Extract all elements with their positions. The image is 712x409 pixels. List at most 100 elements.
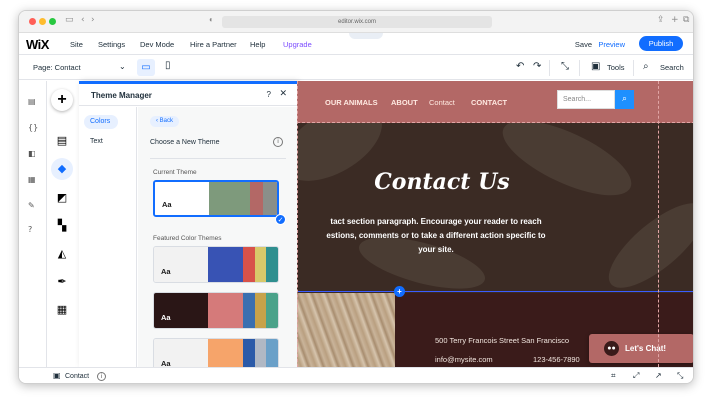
menu-hire-a-partner[interactable]: Hire a Partner	[190, 40, 237, 49]
address-text[interactable]: 500 Terry Francois Street San Francisco	[435, 336, 569, 345]
bottom-page-name[interactable]: Contact	[65, 373, 89, 380]
toolbar-divider	[579, 60, 580, 76]
forward-chevron-icon[interactable]: ›	[91, 15, 95, 25]
database-icon[interactable]: ▦	[28, 175, 36, 184]
leaf-shape	[492, 123, 642, 211]
site-nav-contact-current[interactable]: Contact	[429, 98, 455, 107]
preview-button[interactable]: Preview	[598, 40, 625, 49]
redo-icon[interactable]: ↷	[533, 61, 541, 72]
zoom-out-icon[interactable]: ⤡	[561, 61, 569, 72]
tools-wrench-icon[interactable]: ✎	[28, 201, 35, 210]
site-nav-our-animals[interactable]: OUR ANIMALS	[325, 98, 378, 107]
pages-icon[interactable]: ▤	[28, 97, 36, 106]
contact-info-section[interactable]: 500 Terry Francois Street San Francisco …	[297, 293, 693, 367]
search-icon[interactable]: ⌕	[643, 61, 649, 72]
hero-title[interactable]: Contact Us	[337, 169, 547, 195]
open-external-icon[interactable]: ↗	[655, 371, 662, 380]
theme-manager-panel: Theme Manager ? ✕ Colors Text ‹ Back Cho…	[79, 81, 311, 370]
save-button[interactable]: Save	[575, 40, 592, 49]
pages-menu-icon[interactable]: ▤	[54, 133, 70, 149]
add-elements-button[interactable]: +	[51, 89, 73, 111]
swatch-color-bar	[266, 339, 278, 370]
left-rail: ▤ {} ◧ ▦ ✎ ?	[19, 81, 47, 367]
tools-icon[interactable]: ▣	[591, 61, 600, 72]
top-bar-collapse-handle[interactable]	[349, 33, 383, 39]
chevron-down-icon[interactable]: ⌄	[119, 62, 126, 71]
undo-icon[interactable]: ↶	[516, 61, 524, 72]
site-search-input[interactable]: Search...	[557, 90, 615, 109]
search-icon[interactable]: ⌕	[615, 90, 634, 109]
add-section-button[interactable]: +	[394, 286, 405, 297]
email-text[interactable]: info@mysite.com	[435, 355, 493, 364]
chat-button[interactable]: ●● Let's Chat!	[589, 334, 693, 363]
menu-settings[interactable]: Settings	[98, 40, 125, 49]
swatch-aa-label: Aa	[161, 313, 171, 322]
page-selector[interactable]: Page: Contact	[33, 63, 81, 72]
code-icon[interactable]: {}	[28, 123, 38, 132]
search-button[interactable]: Search	[660, 63, 684, 72]
tab-colors[interactable]: Colors	[84, 115, 118, 129]
layers-icon[interactable]: ◧	[28, 149, 36, 158]
swatch-color-bar	[263, 182, 277, 215]
theme-manager-icon[interactable]: ◆	[51, 158, 73, 180]
hero-section[interactable]: Contact Us tact section paragraph. Encou…	[297, 123, 693, 293]
theme-manager-header: Theme Manager ? ✕	[79, 84, 297, 106]
hero-paragraph[interactable]: tact section paragraph. Encourage your r…	[301, 215, 571, 257]
hero-paragraph-line: estions, comments or to take a different…	[326, 231, 546, 240]
menu-dev-mode[interactable]: Dev Mode	[140, 40, 174, 49]
wix-logo[interactable]: WiX	[26, 37, 49, 52]
minimize-window-button[interactable]	[39, 18, 46, 25]
site-header[interactable]: OUR ANIMALS ABOUT Contact CONTACT Search…	[297, 81, 693, 123]
desktop-view-icon[interactable]: ▭	[137, 59, 155, 76]
section-divider-line	[297, 291, 693, 292]
upgrade-link[interactable]: Upgrade	[283, 40, 312, 49]
media-icon[interactable]: ◭	[54, 246, 70, 262]
sidebar-toggle-icon[interactable]: ▭	[65, 15, 74, 25]
address-bar[interactable]: editor.wix.com	[222, 16, 492, 28]
add-apps-icon[interactable]: ▚	[54, 218, 70, 234]
collapse-icon[interactable]: ⤡	[677, 371, 683, 381]
publish-button[interactable]: Publish	[639, 36, 683, 51]
browser-toolbar: ▭ ‹ › ◐ editor.wix.com ⇪ + ⧉	[19, 11, 693, 33]
swatch-text-sample: Aa	[155, 182, 209, 215]
info-icon[interactable]: i	[273, 137, 283, 147]
tools-button[interactable]: Tools	[607, 63, 625, 72]
close-icon[interactable]: ✕	[279, 89, 287, 99]
featured-themes-label: Featured Color Themes	[153, 235, 222, 242]
chat-icon: ●●	[604, 341, 619, 356]
site-nav-about[interactable]: ABOUT	[391, 98, 418, 107]
crop-icon[interactable]: ⌗	[611, 371, 616, 381]
swatch-text-sample: Aa	[154, 339, 208, 370]
blog-icon[interactable]: ✒	[54, 274, 70, 290]
info-icon[interactable]: i	[97, 372, 106, 381]
table-icon[interactable]: ▦	[54, 302, 70, 318]
swatch-color-bar	[243, 293, 255, 328]
site-nav-contact[interactable]: CONTACT	[471, 98, 507, 107]
tab-text[interactable]: Text	[84, 135, 118, 149]
theme-swatch[interactable]: Aa	[153, 338, 279, 370]
share-icon[interactable]: ⇪	[657, 15, 665, 25]
expand-icon[interactable]: ⤢	[633, 371, 639, 381]
tabs-overview-icon[interactable]: ⧉	[683, 15, 689, 25]
current-theme-swatch[interactable]: Aa	[153, 180, 279, 217]
swatch-aa-label: Aa	[161, 267, 171, 276]
theme-manager-nav: Colors Text	[79, 107, 137, 370]
background-icon[interactable]: ◩	[54, 190, 70, 206]
mobile-view-icon[interactable]: ▯	[165, 60, 171, 71]
back-button[interactable]: ‹ Back	[150, 116, 180, 127]
menu-help[interactable]: Help	[250, 40, 265, 49]
selected-check-icon: ✓	[275, 214, 286, 225]
close-window-button[interactable]	[29, 18, 36, 25]
hero-paragraph-line: tact section paragraph. Encourage your r…	[330, 217, 542, 226]
menu-site[interactable]: Site	[70, 40, 83, 49]
maximize-window-button[interactable]	[49, 18, 56, 25]
help-icon[interactable]: ?	[28, 225, 32, 234]
help-icon[interactable]: ?	[267, 90, 271, 99]
sand-image[interactable]	[297, 293, 395, 367]
new-tab-icon[interactable]: +	[671, 15, 679, 25]
theme-swatch[interactable]: Aa	[153, 292, 279, 329]
back-chevron-icon[interactable]: ‹	[81, 15, 85, 25]
phone-text[interactable]: 123-456-7890	[533, 355, 580, 364]
theme-swatch[interactable]: Aa	[153, 246, 279, 283]
editor-sub-toolbar: Page: Contact ⌄ ▭ ▯ ↶ ↷ ⤡ ▣ Tools ⌕ Sear…	[19, 56, 693, 80]
